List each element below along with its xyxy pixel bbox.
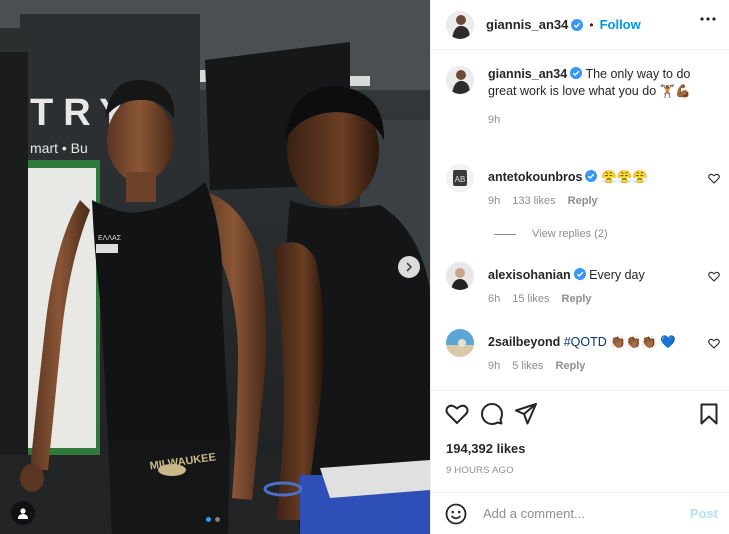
comment-item: 2sailbeyond #QOTD 👏🏾👏🏾👏🏾 💙 9h 5 likes Re…	[446, 329, 720, 372]
post-comment-button[interactable]: Post	[690, 506, 718, 521]
comment-time[interactable]: 9h	[488, 360, 500, 372]
comment-likes[interactable]: 133 likes	[512, 195, 555, 207]
view-replies-button[interactable]: View replies (2)	[494, 228, 608, 240]
svg-text:mart • Bu: mart • Bu	[30, 140, 88, 156]
likes-count[interactable]: 194,392 likes	[446, 441, 526, 456]
comment-time[interactable]: 9h	[488, 195, 500, 207]
post-actions: 194,392 likes 9 HOURS AGO	[431, 390, 729, 476]
chevron-right-icon	[406, 262, 413, 272]
post-timestamp[interactable]: 9 HOURS AGO	[446, 465, 514, 476]
more-options-icon[interactable]	[700, 17, 716, 21]
caption: giannis_an34 The only way to do great wo…	[446, 66, 720, 126]
post-photo[interactable]: TRY mart • Bu ΕΛΛΑΣ MILWAUKEE	[0, 0, 430, 534]
comment-username[interactable]: 2sailbeyond	[488, 335, 560, 349]
header-separator: •	[589, 17, 594, 32]
comment-text: #QOTD 👏🏾👏🏾👏🏾 💙	[563, 335, 676, 349]
avatar[interactable]	[446, 329, 474, 357]
save-bookmark-icon[interactable]	[700, 403, 718, 425]
comment-username[interactable]: antetokounbros	[488, 170, 582, 184]
verified-badge-icon	[573, 268, 586, 280]
avatar[interactable]	[446, 66, 474, 94]
reply-button[interactable]: Reply	[555, 360, 585, 372]
caption-username[interactable]: giannis_an34	[488, 67, 567, 81]
carousel-dot-active	[206, 517, 211, 522]
user-icon	[18, 508, 28, 519]
reply-button[interactable]: Reply	[568, 195, 598, 207]
verified-badge-icon	[585, 170, 598, 182]
comment-meta: 9h 133 likes Reply	[488, 195, 693, 207]
post-username[interactable]: giannis_an34	[486, 17, 568, 32]
add-comment-bar: Post	[431, 492, 729, 534]
avatar[interactable]	[446, 262, 474, 290]
instagram-post: TRY mart • Bu ΕΛΛΑΣ MILWAUKEE giannis_an…	[0, 0, 729, 534]
post-side-panel: giannis_an34 • Follow giannis_an34 The o…	[430, 0, 729, 534]
comment-likes[interactable]: 15 likes	[512, 293, 549, 305]
comment-text: Every day	[589, 268, 645, 282]
avatar[interactable]	[446, 10, 474, 39]
action-icons	[445, 403, 537, 425]
like-heart-icon[interactable]	[445, 403, 469, 425]
carousel-indicator	[206, 517, 220, 522]
share-paper-plane-icon[interactable]	[515, 403, 537, 425]
comment-meta: 6h 15 likes Reply	[488, 293, 693, 305]
comment-meta: 9h 5 likes Reply	[488, 360, 693, 372]
post-header: giannis_an34 • Follow	[431, 0, 729, 50]
caption-text: giannis_an34 The only way to do great wo…	[488, 66, 693, 100]
like-comment-heart-icon[interactable]	[708, 173, 720, 184]
comment-bubble-icon[interactable]	[481, 403, 503, 425]
carousel-next-button[interactable]	[398, 256, 420, 278]
verified-badge-icon	[570, 67, 583, 79]
reply-button[interactable]: Reply	[562, 293, 592, 305]
comment-time[interactable]: 6h	[488, 293, 500, 305]
comment-item: alexisohanian Every day 6h 15 likes Repl…	[446, 262, 720, 305]
svg-text:AB: AB	[455, 175, 466, 184]
like-comment-heart-icon[interactable]	[708, 338, 720, 349]
carousel-dot	[215, 517, 220, 522]
verified-badge-icon	[571, 18, 584, 31]
comment-input[interactable]	[480, 505, 690, 522]
tagged-users-button[interactable]	[11, 501, 35, 525]
caption-time[interactable]: 9h	[488, 114, 500, 126]
comments-list: giannis_an34 The only way to do great wo…	[431, 52, 729, 390]
comment-username[interactable]: alexisohanian	[488, 268, 571, 282]
emoji-picker-icon[interactable]	[445, 503, 467, 525]
svg-text:ΕΛΛΑΣ: ΕΛΛΑΣ	[98, 235, 122, 242]
divider-line	[494, 233, 516, 235]
comment-item: AB antetokounbros 😤😤😤 9h 133 likes Reply	[446, 164, 720, 207]
comment-text: 😤😤😤	[600, 170, 648, 184]
gym-scene-illustration: TRY mart • Bu ΕΛΛΑΣ MILWAUKEE	[0, 0, 430, 534]
follow-button[interactable]: Follow	[600, 17, 641, 32]
comment-likes[interactable]: 5 likes	[512, 360, 543, 372]
avatar[interactable]: AB	[446, 164, 474, 192]
view-replies-label: View replies (2)	[532, 228, 608, 240]
like-comment-heart-icon[interactable]	[708, 271, 720, 282]
caption-meta: 9h	[488, 114, 693, 126]
